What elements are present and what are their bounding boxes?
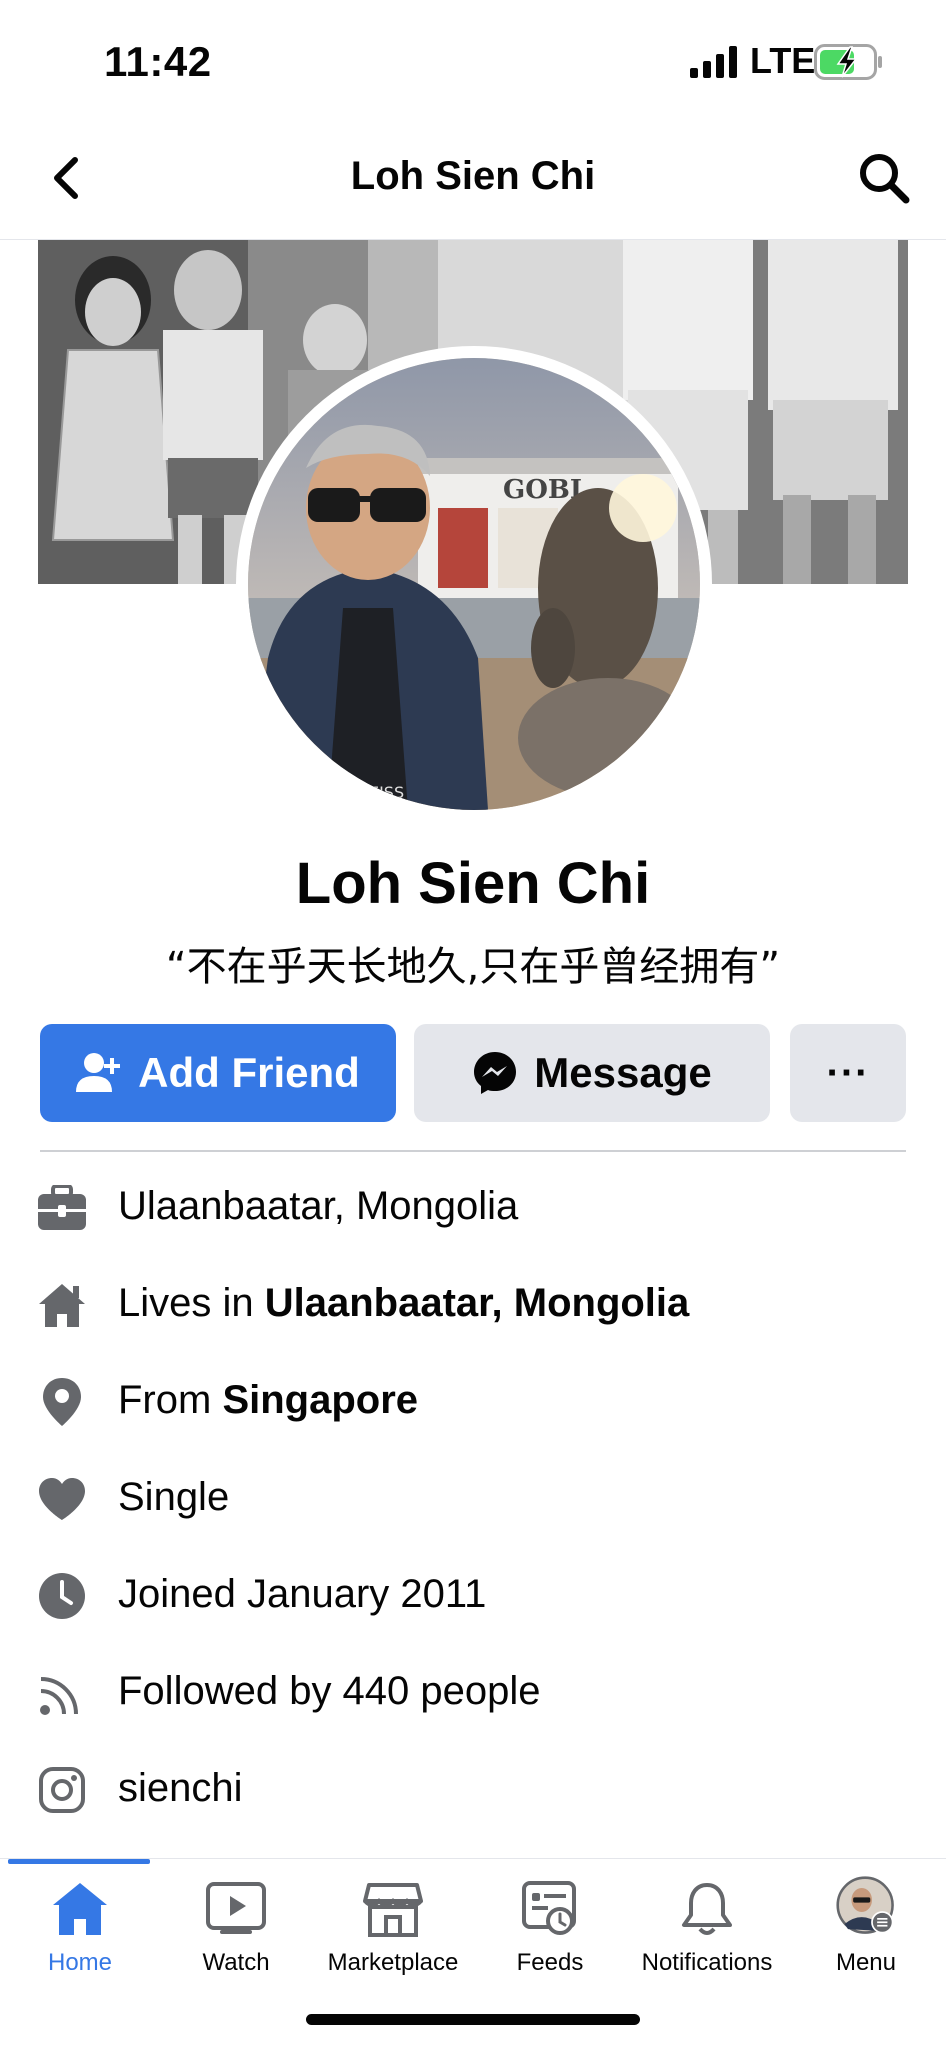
from-place[interactable]: Singapore bbox=[222, 1378, 418, 1422]
work-text: Ulaanbaatar, Mongolia bbox=[118, 1184, 519, 1228]
home-icon bbox=[50, 1879, 110, 1939]
nav-header: Loh Sien Chi bbox=[0, 120, 946, 240]
feeds-icon bbox=[520, 1879, 580, 1939]
lives-place[interactable]: Ulaanbaatar, Mongolia bbox=[265, 1281, 690, 1325]
status-time: 11:42 bbox=[104, 38, 212, 85]
profile-avatar[interactable]: GOBI ZEISS bbox=[248, 358, 700, 810]
joined-text: Joined January 2011 bbox=[118, 1572, 487, 1616]
info-followers[interactable]: Followed by 440 people bbox=[0, 1643, 946, 1739]
instagram-text: sienchi bbox=[118, 1766, 243, 1810]
network-label: LTE bbox=[750, 40, 816, 81]
battery-charging-icon bbox=[814, 44, 882, 80]
add-friend-button[interactable]: Add Friend bbox=[40, 1024, 396, 1122]
add-person-icon bbox=[76, 1053, 121, 1092]
from-prefix: From bbox=[118, 1378, 223, 1422]
tab-menu-label: Menu bbox=[835, 1949, 897, 1976]
profile-name: Loh Sien Chi bbox=[295, 851, 651, 916]
tab-notifications[interactable]: Notifications bbox=[627, 1879, 787, 1999]
profile-bio: “不在乎天长地久,只在乎曾经拥有” bbox=[165, 944, 781, 990]
menu-avatar-icon bbox=[836, 1876, 896, 1939]
tab-home[interactable]: Home bbox=[0, 1879, 160, 1999]
info-work: Ulaanbaatar, Mongolia bbox=[0, 1158, 946, 1254]
tab-marketplace[interactable]: Marketplace bbox=[313, 1879, 473, 1999]
rss-icon bbox=[36, 1667, 88, 1719]
tab-watch[interactable]: Watch bbox=[156, 1879, 316, 1999]
signal-icon bbox=[690, 46, 737, 78]
add-friend-label: Add Friend bbox=[138, 1049, 360, 1096]
search-icon bbox=[860, 154, 910, 204]
more-dots-icon: ··· bbox=[826, 1050, 870, 1095]
marketplace-icon bbox=[363, 1879, 423, 1939]
divider bbox=[40, 1150, 906, 1152]
more-options-button[interactable]: ··· bbox=[790, 1024, 906, 1122]
active-tab-indicator bbox=[8, 1859, 150, 1864]
clock-icon bbox=[36, 1570, 88, 1622]
message-label: Message bbox=[534, 1049, 712, 1096]
message-button[interactable]: Message bbox=[414, 1024, 770, 1122]
instagram-icon bbox=[36, 1764, 88, 1816]
location-pin-icon bbox=[36, 1376, 88, 1428]
messenger-icon bbox=[474, 1052, 517, 1094]
home-indicator bbox=[306, 2014, 640, 2025]
heart-icon bbox=[36, 1473, 88, 1525]
info-lives-in: Lives in Ulaanbaatar, Mongolia bbox=[0, 1255, 946, 1351]
info-from: From Singapore bbox=[0, 1352, 946, 1448]
page-title: Loh Sien Chi bbox=[350, 154, 596, 198]
search-button[interactable] bbox=[852, 146, 916, 210]
briefcase-icon bbox=[36, 1182, 88, 1234]
status-bar: 11:42 LTE bbox=[0, 0, 946, 120]
lives-prefix: Lives in bbox=[118, 1281, 265, 1325]
relationship-text: Single bbox=[118, 1475, 230, 1519]
followers-text: Followed by 440 people bbox=[118, 1669, 541, 1713]
home-icon bbox=[36, 1279, 88, 1331]
avatar-image: GOBI ZEISS bbox=[248, 358, 700, 810]
tab-feeds[interactable]: Feeds bbox=[470, 1879, 630, 1999]
bell-icon bbox=[677, 1879, 737, 1939]
info-joined: Joined January 2011 bbox=[0, 1546, 946, 1642]
tab-menu[interactable]: Menu bbox=[786, 1876, 946, 1999]
watch-icon bbox=[206, 1879, 266, 1939]
info-instagram[interactable]: sienchi bbox=[0, 1740, 946, 1836]
info-relationship: Single bbox=[0, 1449, 946, 1545]
